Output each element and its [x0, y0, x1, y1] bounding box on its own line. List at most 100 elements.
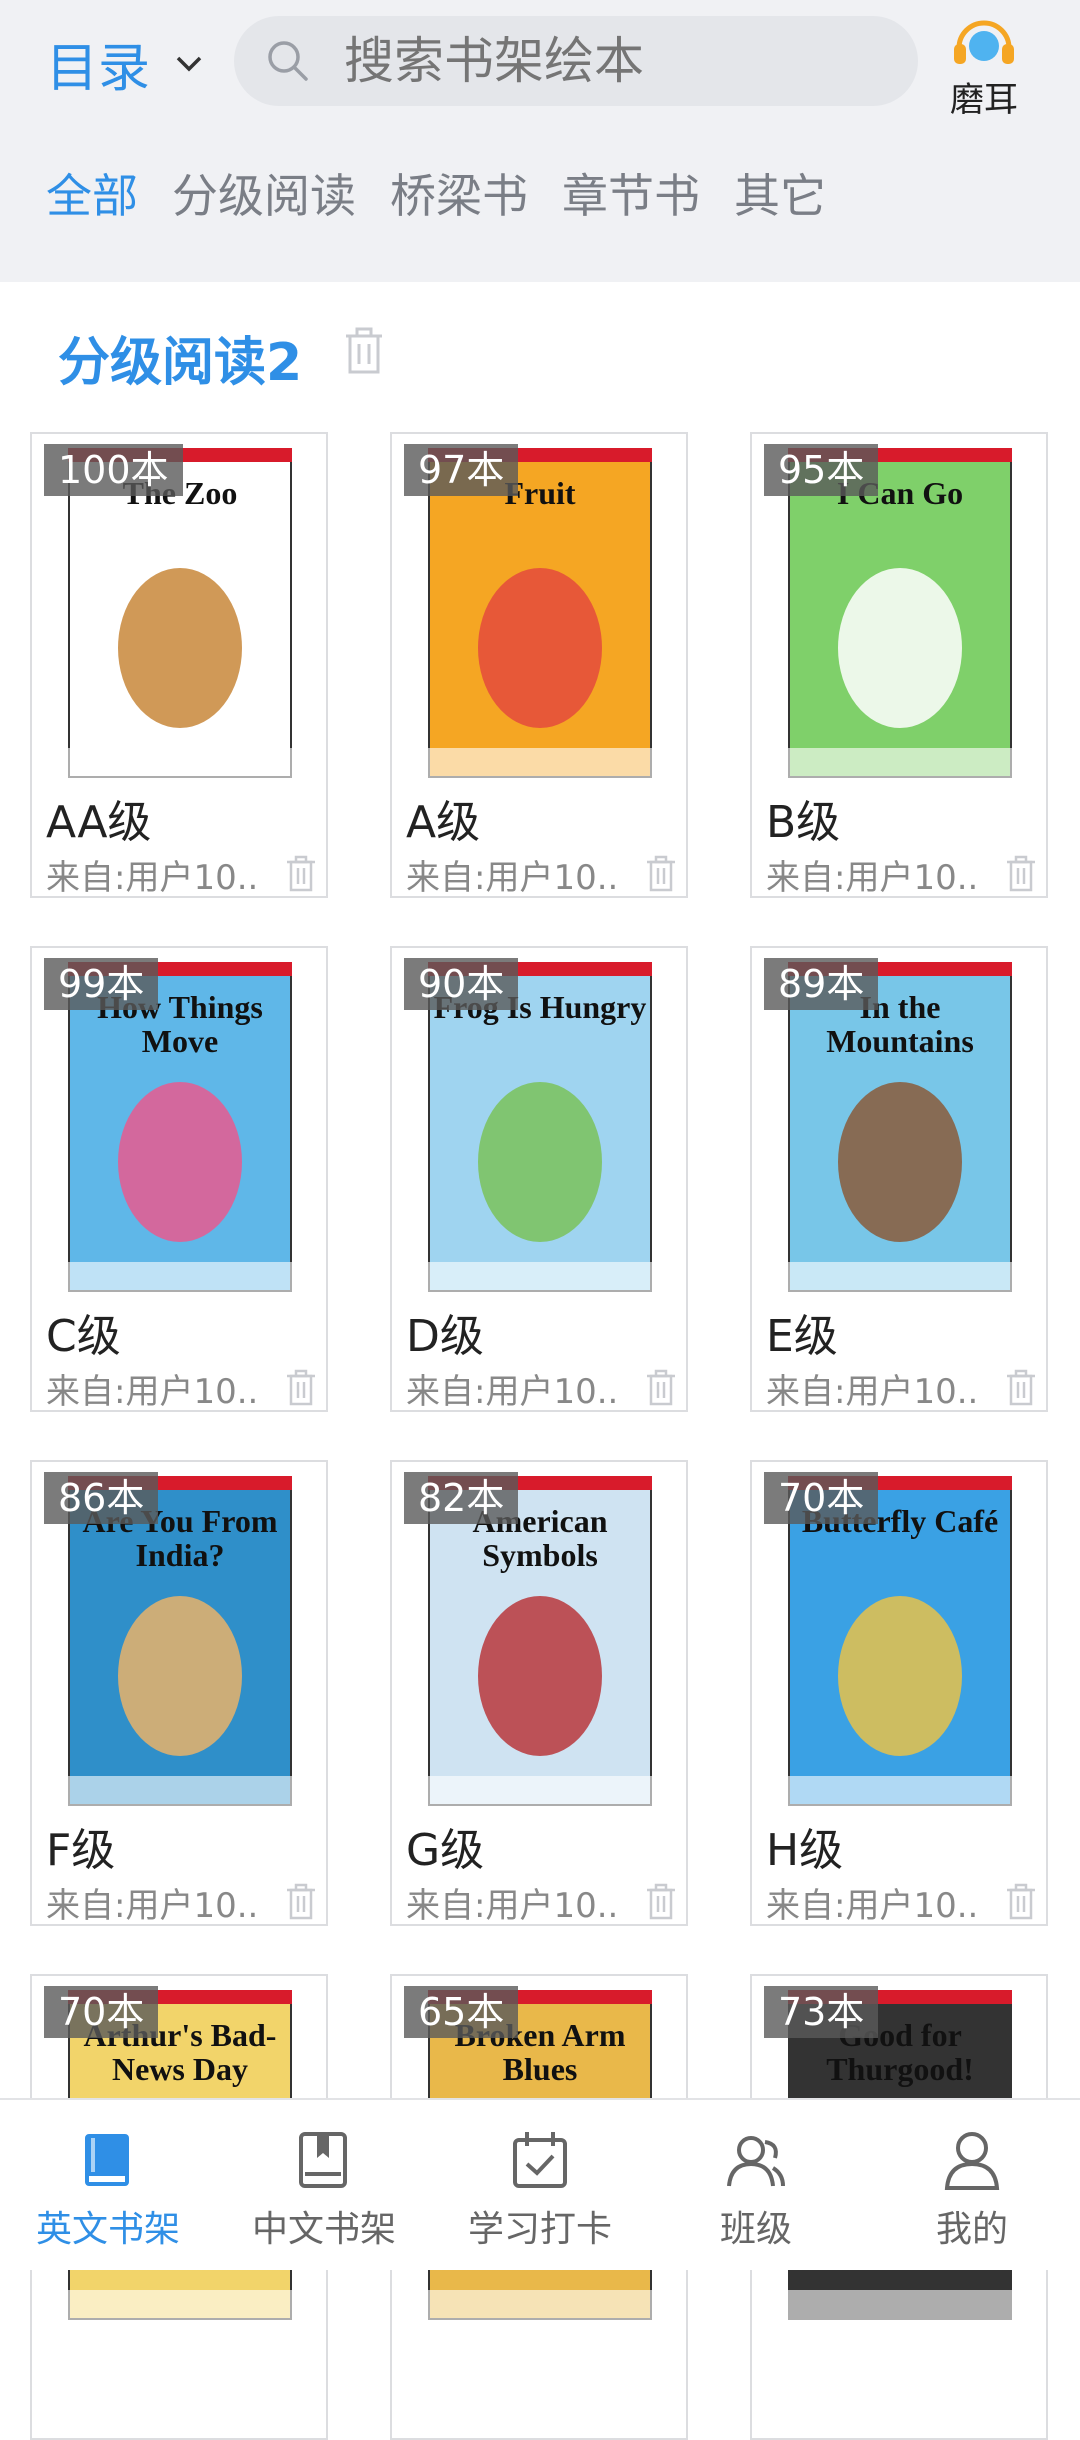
book-cover: Fruit	[428, 448, 652, 778]
book-count-badge: 97本	[404, 444, 519, 496]
filter-tab[interactable]: 章节书	[562, 160, 700, 226]
book-cover: The Zoo	[68, 448, 292, 778]
cover-illustration	[68, 568, 292, 778]
cover-illustration	[428, 1082, 652, 1292]
tab-label: 班级	[719, 2209, 792, 2250]
trash-icon[interactable]	[1004, 1882, 1038, 1920]
book-source: 来自:用户10..	[46, 1372, 259, 1412]
cover-illustration	[68, 1082, 292, 1292]
book-outline-icon	[299, 2132, 347, 2188]
book-count-badge: 65本	[404, 1986, 519, 2038]
book-source: 来自:用户10..	[406, 858, 619, 898]
book-level: G级	[406, 1825, 485, 1876]
catalog-label: 目录	[46, 38, 151, 99]
tab-book[interactable]: 英文书架	[0, 2100, 216, 2270]
book-level: F级	[46, 1825, 116, 1876]
trash-icon[interactable]	[644, 1368, 678, 1406]
tab-label: 学习打卡	[467, 2209, 612, 2250]
book-card[interactable]: How Things Move 99本 C级来自:用户10..	[30, 946, 328, 1412]
search-icon	[268, 41, 308, 81]
book-icon	[85, 2134, 129, 2186]
book-source: 来自:用户10..	[46, 858, 259, 898]
book-card[interactable]: I Can Go 95本 B级来自:用户10..	[750, 432, 1048, 898]
book-source: 来自:用户10..	[766, 858, 979, 898]
chevron-down-icon	[176, 56, 202, 72]
tab-group[interactable]: 班级	[648, 2100, 864, 2270]
cover-illustration	[68, 1596, 292, 1806]
book-level: H级	[766, 1825, 844, 1876]
filter-tab[interactable]: 全部	[46, 160, 138, 226]
book-card[interactable]: Are You From India? 86本 F级来自:用户10..	[30, 1460, 328, 1926]
book-count-badge: 73本	[764, 1986, 879, 2038]
book-source: 来自:用户10..	[406, 1372, 619, 1412]
moer-button[interactable]: 磨耳	[940, 14, 1028, 121]
book-count-badge: 90本	[404, 958, 519, 1010]
catalog-dropdown[interactable]: 目录	[46, 30, 206, 99]
book-card[interactable]: In the Mountains 89本 E级来自:用户10..	[750, 946, 1048, 1412]
trash-icon[interactable]	[644, 854, 678, 892]
search-bar[interactable]	[234, 16, 918, 106]
trash-icon[interactable]	[1004, 854, 1038, 892]
book-level: AA级	[46, 797, 152, 848]
filter-tab[interactable]: 分级阅读	[172, 160, 356, 226]
book-card[interactable]: Butterfly Café 70本 H级来自:用户10..	[750, 1460, 1048, 1926]
trash-icon[interactable]	[1004, 1368, 1038, 1406]
filter-tabs: 全部 分级阅读 桥梁书 章节书 其它	[46, 160, 860, 226]
trash-icon[interactable]	[284, 854, 318, 892]
tab-calendar-check[interactable]: 学习打卡	[432, 2100, 648, 2270]
cover-illustration	[788, 568, 1012, 778]
section-title: 分级阅读2	[58, 333, 303, 393]
cover-illustration	[428, 1596, 652, 1806]
book-level: E级	[766, 1311, 838, 1362]
book-count-badge: 70本	[44, 1986, 159, 2038]
book-card[interactable]: The Zoo100本 AA级来自:用户10..	[30, 432, 328, 898]
book-level: D级	[406, 1311, 484, 1362]
tab-book-outline[interactable]: 中文书架	[216, 2100, 432, 2270]
top-header: 目录 磨耳 全部分级阅读桥梁书章节书其它	[0, 0, 1080, 282]
book-count-badge: 89本	[764, 958, 879, 1010]
book-source: 来自:用户10..	[406, 1886, 619, 1926]
book-source: 来自:用户10..	[766, 1886, 979, 1926]
trash-icon[interactable]	[342, 326, 386, 376]
group-icon	[727, 2136, 785, 2187]
book-cover: Butterfly Café	[788, 1476, 1012, 1806]
tab-label: 中文书架	[251, 2209, 396, 2250]
filter-tab[interactable]: 其它	[734, 160, 826, 226]
tab-label: 我的	[935, 2209, 1008, 2250]
trash-icon[interactable]	[284, 1368, 318, 1406]
cover-illustration	[428, 568, 652, 778]
cover-illustration	[788, 1082, 1012, 1292]
book-cover: American Symbols	[428, 1476, 652, 1806]
book-card[interactable]: Fruit 97本 A级来自:用户10..	[390, 432, 688, 898]
book-cover: How Things Move	[68, 962, 292, 1292]
headphones-icon	[954, 20, 1014, 64]
trash-icon[interactable]	[644, 1882, 678, 1920]
calendar-check-icon	[513, 2132, 567, 2188]
moer-label: 磨耳	[950, 80, 1018, 120]
book-count-badge: 100本	[44, 444, 183, 496]
tab-label: 英文书架	[35, 2209, 180, 2250]
book-count-badge: 82本	[404, 1472, 519, 1524]
book-cover: In the Mountains	[788, 962, 1012, 1292]
search-input[interactable]	[342, 31, 866, 91]
book-level: A级	[406, 797, 481, 848]
tab-user[interactable]: 我的	[864, 2100, 1080, 2270]
book-cover: Frog Is Hungry	[428, 962, 652, 1292]
book-source: 来自:用户10..	[766, 1372, 979, 1412]
book-count-badge: 99本	[44, 958, 159, 1010]
book-count-badge: 95本	[764, 444, 879, 496]
book-card[interactable]: American Symbols 82本 G级来自:用户10..	[390, 1460, 688, 1926]
book-level: C级	[46, 1311, 121, 1362]
trash-icon[interactable]	[284, 1882, 318, 1920]
filter-tab[interactable]: 桥梁书	[390, 160, 528, 226]
bottom-tab-bar: 英文书架 中文书架 学习打卡 班级 我的	[0, 2098, 1080, 2270]
book-card[interactable]: Frog Is Hungry 90本 D级来自:用户10..	[390, 946, 688, 1412]
cover-illustration	[788, 1596, 1012, 1806]
book-cover: I Can Go	[788, 448, 1012, 778]
book-count-badge: 70本	[764, 1472, 879, 1524]
user-icon	[944, 2132, 1000, 2190]
book-source: 来自:用户10..	[46, 1886, 259, 1926]
book-count-badge: 86本	[44, 1472, 159, 1524]
book-level: B级	[766, 797, 841, 848]
book-cover: Are You From India?	[68, 1476, 292, 1806]
